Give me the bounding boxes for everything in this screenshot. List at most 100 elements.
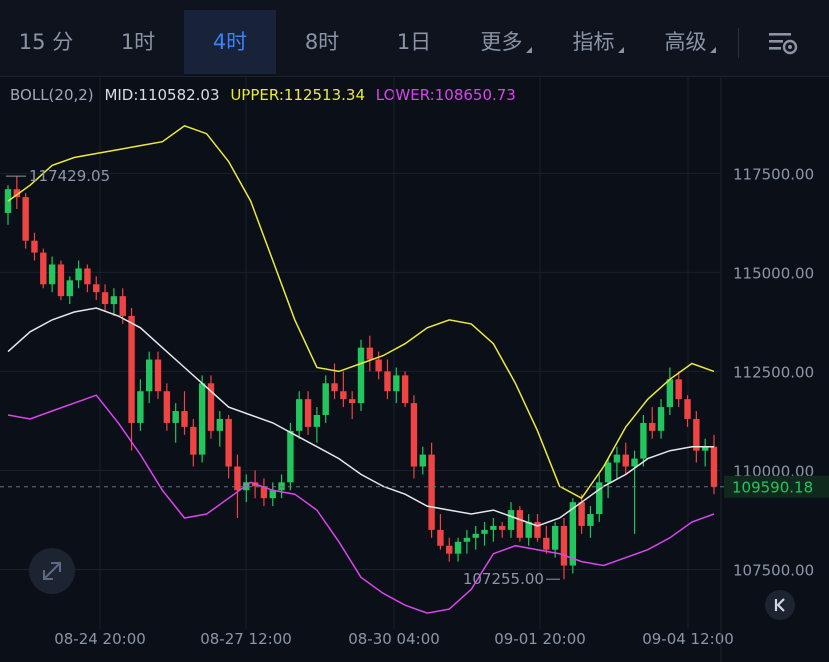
candle-body [499, 525, 506, 530]
candle-body [163, 391, 171, 423]
candle-body [154, 359, 162, 392]
tab-1d[interactable]: 1日 [368, 10, 460, 74]
x-tick-label: 09-04 12:00 [642, 630, 734, 648]
x-tick-label: 08-30 04:00 [348, 630, 440, 648]
chart-settings-icon[interactable] [766, 28, 800, 58]
tab-more-label: 更多 [480, 30, 523, 54]
dropdown-caret-icon [525, 47, 532, 53]
candle-body [481, 529, 488, 534]
candle-body [410, 403, 418, 467]
candle-body [322, 383, 329, 415]
candle-body [110, 296, 118, 305]
candle-body [393, 375, 400, 392]
candle-body [437, 529, 444, 546]
expand-arrows-icon [43, 562, 61, 580]
candle-body [490, 525, 497, 530]
candle-body [710, 446, 718, 487]
candle-body [304, 399, 312, 427]
candle-body [348, 399, 356, 404]
dropdown-caret-icon [709, 47, 716, 53]
candle-body [649, 422, 656, 431]
scroll-to-latest-button[interactable] [765, 590, 795, 620]
last-price-label: 109590.18 [732, 479, 813, 497]
low-marker-label: 107255.00 [463, 570, 544, 588]
candle-body [543, 537, 550, 550]
candle-body [331, 383, 338, 392]
timeframe-tab-bar: 15 分 1时 4时 8时 1日 更多 指标 高级 [0, 0, 829, 77]
candle-body [578, 502, 585, 526]
candle-body [640, 422, 647, 459]
tab-8h-label: 8时 [304, 30, 340, 54]
candle-body [454, 541, 462, 554]
candle-body [516, 510, 524, 538]
candle-body [216, 418, 223, 431]
candle-body [181, 411, 188, 427]
candle-body [75, 268, 82, 281]
candle-body [93, 284, 100, 293]
candle-body [296, 399, 303, 431]
candle-body [693, 418, 700, 451]
candle-body [657, 407, 665, 431]
tab-indicators[interactable]: 指标 [552, 10, 644, 74]
candle-body [40, 252, 47, 285]
candle-body [287, 430, 294, 483]
candle-body [101, 292, 109, 305]
x-tick-label: 08-27 12:00 [200, 630, 292, 648]
tab-more[interactable]: 更多 [460, 10, 552, 74]
tab-4h-label: 4时 [212, 30, 248, 54]
candle-body [190, 426, 197, 455]
candle-body [198, 383, 206, 455]
candle-body [128, 315, 135, 423]
candle-body [446, 545, 453, 554]
candle-body [622, 454, 629, 467]
candle-body [375, 359, 382, 372]
candle-body [22, 197, 29, 241]
candle-body [419, 454, 426, 467]
zoom-expand-button[interactable] [29, 548, 75, 594]
candle-body [119, 296, 126, 316]
candle-body [631, 458, 638, 467]
tab-1h[interactable]: 1时 [92, 10, 184, 74]
candle-body [137, 391, 144, 423]
candle-body [675, 379, 682, 400]
tab-1d-label: 1日 [396, 30, 432, 54]
candle-body [384, 371, 391, 392]
tab-15m[interactable]: 15 分 [0, 10, 92, 74]
candle-body [569, 502, 576, 566]
candle-body [507, 510, 515, 530]
tab-4h[interactable]: 4时 [184, 10, 276, 74]
y-tick-label: 107500.00 [733, 562, 814, 580]
candle-body [366, 347, 374, 360]
tab-1h-label: 1时 [120, 30, 156, 54]
candle-body [357, 347, 365, 404]
tab-advanced[interactable]: 高级 [644, 10, 736, 74]
candle-body [472, 533, 479, 538]
candle-body [684, 399, 691, 419]
tab-indicators-label: 指标 [572, 30, 615, 54]
candlestick-chart[interactable]: 117500.00115000.00112500.00110000.001075… [0, 76, 829, 662]
candle-body [57, 264, 65, 297]
high-marker-label: 117429.05 [29, 167, 110, 185]
candle-body [613, 454, 621, 463]
candle-body [269, 490, 276, 499]
boll-lower-line [7, 394, 715, 614]
candle-body [401, 375, 409, 404]
tab-15m-label: 15 分 [18, 30, 74, 54]
candle-body [48, 264, 56, 285]
candle-body [428, 454, 435, 530]
x-tick-label: 09-01 20:00 [494, 630, 586, 648]
tab-advanced-label: 高级 [664, 30, 707, 54]
candle-body [66, 280, 73, 297]
jump-to-end-icon [774, 598, 785, 612]
dropdown-caret-icon [617, 47, 624, 53]
y-tick-label: 112500.00 [733, 363, 814, 381]
candle-body [84, 268, 91, 285]
candle-body [560, 525, 568, 566]
tab-divider [738, 28, 739, 58]
candle-body [340, 391, 347, 400]
candle-body [604, 462, 612, 483]
candle-body [463, 537, 471, 542]
tab-8h[interactable]: 8时 [276, 10, 368, 74]
y-tick-label: 115000.00 [733, 264, 814, 282]
y-tick-label: 117500.00 [733, 165, 814, 183]
